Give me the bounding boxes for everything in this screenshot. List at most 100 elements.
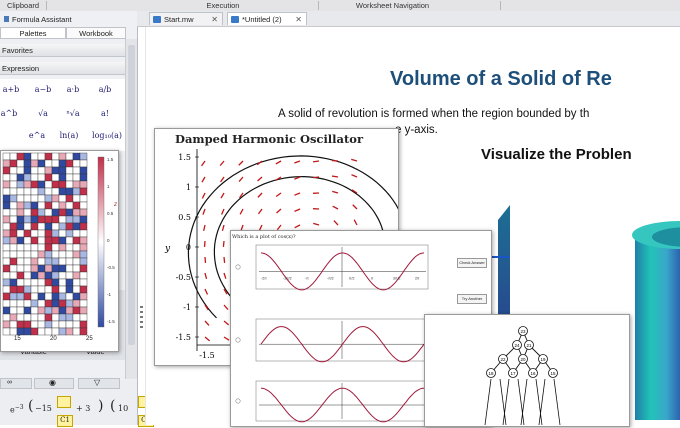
palette-item[interactable]: e^a — [22, 131, 52, 140]
worksheet-icon — [153, 16, 161, 23]
scroll-thumb[interactable] — [128, 45, 135, 345]
field-arrow — [276, 161, 281, 164]
heatmap-cell — [10, 286, 17, 293]
heatmap-cell — [80, 209, 87, 216]
heatmap-cell — [31, 300, 38, 307]
heatmap-cell — [24, 300, 31, 307]
heatmap-cell — [66, 167, 73, 174]
heatmap-cell — [24, 230, 31, 237]
tab-palettes[interactable]: Palettes — [0, 27, 66, 39]
heatmap-cell — [17, 307, 24, 314]
c1-placeholder[interactable]: C1 — [57, 415, 73, 427]
heatmap-cell — [24, 286, 31, 293]
heatmap-cell — [66, 293, 73, 300]
toolbar-button-2[interactable]: ◉ — [34, 378, 74, 389]
ribbon-group-worksheet-navigation[interactable]: Worksheet Navigation — [330, 0, 455, 11]
x-tick-label: -1.5 — [199, 351, 214, 360]
ribbon-group-clipboard[interactable]: Clipboard — [0, 0, 46, 11]
field-arrow — [224, 305, 228, 310]
palette-item[interactable]: a/b — [90, 85, 120, 94]
heatmap-cell — [73, 181, 80, 188]
field-arrow — [239, 177, 243, 182]
heatmap-cell — [24, 321, 31, 328]
palette-item[interactable]: a^b — [0, 109, 24, 118]
tab-untitled-2[interactable]: *Untitled (2) ✕ — [227, 12, 307, 25]
palette-header-expression[interactable]: Expression — [0, 62, 125, 75]
section-heading: Visualize the Problen — [481, 146, 632, 163]
heatmap-cell — [66, 209, 73, 216]
answer-radio — [236, 399, 240, 403]
splitter-handle[interactable] — [140, 306, 143, 330]
ribbon-separator — [318, 1, 319, 10]
palette-header-favorites[interactable]: Favorites — [0, 44, 125, 57]
try-another-button[interactable]: Try Another — [457, 294, 487, 304]
heatmap-cell — [10, 279, 17, 286]
tree-card[interactable]: 23242122201918171615 — [424, 314, 630, 427]
field-arrow — [205, 289, 207, 294]
heatmap-cell — [80, 181, 87, 188]
tree-graph: 23242122201918171615 — [425, 315, 629, 426]
heatmap-cell — [73, 279, 80, 286]
check-answer-button[interactable]: Check Answer — [457, 258, 487, 268]
palette-item[interactable]: a+b — [0, 85, 26, 94]
heatmap-cell — [24, 174, 31, 181]
heatmap-cell — [10, 237, 17, 244]
heatmap-cell — [80, 314, 87, 321]
worksheet-icon — [231, 16, 239, 23]
heatmap-cell — [52, 300, 59, 307]
palette-item[interactable]: a! — [90, 109, 120, 118]
quiz-x-tick: 3π/2 — [393, 276, 400, 280]
heatmap-cell — [45, 300, 52, 307]
heatmap-cell — [73, 230, 80, 237]
close-icon[interactable]: ✕ — [295, 13, 302, 26]
heatmap-cell — [24, 293, 31, 300]
palette-item[interactable]: ⁿ√a — [58, 109, 88, 118]
tab-workbook[interactable]: Workbook — [66, 27, 126, 39]
heatmap-cell — [10, 265, 17, 272]
heatmap-cell — [3, 160, 10, 167]
heatmap-cell — [80, 244, 87, 251]
heatmap-cell — [24, 314, 31, 321]
ribbon-group-execution[interactable]: Execution — [190, 0, 256, 11]
placeholder-box[interactable] — [57, 396, 71, 408]
palette-item[interactable]: a·b — [58, 85, 88, 94]
heatmap-cell — [31, 265, 38, 272]
heatmap-cell — [80, 265, 87, 272]
close-icon[interactable]: ✕ — [211, 13, 218, 26]
heatmap-cell — [31, 167, 38, 174]
palette-item[interactable]: a−b — [28, 85, 58, 94]
heatmap-cell — [73, 244, 80, 251]
colorbar-tick: 1 — [107, 184, 110, 189]
colorbar-tick: 1.5 — [107, 157, 114, 162]
palette-scrollbar[interactable] — [125, 39, 137, 379]
palette-item[interactable]: √a — [28, 109, 58, 118]
document-paragraph: A solid of revolution is formed when the… — [278, 108, 589, 120]
filter-button[interactable]: ▽ — [78, 378, 120, 389]
palette-item[interactable]: log₁₀(a) — [88, 131, 126, 140]
heatmap-card[interactable]: 1.510.50-0.5-1-1.5z — [0, 150, 119, 352]
heatmap-cell — [38, 181, 45, 188]
palette-item[interactable]: ln(a) — [54, 131, 84, 140]
heatmap-cell — [3, 321, 10, 328]
field-arrow — [353, 205, 357, 209]
heatmap-cell — [59, 251, 66, 258]
heatmap-cell — [52, 209, 59, 216]
heatmap-cell — [66, 230, 73, 237]
heatmap-cell — [73, 216, 80, 223]
field-arrow — [258, 193, 262, 197]
heatmap-cell — [80, 237, 87, 244]
heatmap-cell — [45, 216, 52, 223]
heatmap-cell — [3, 181, 10, 188]
heatmap-cell — [17, 223, 24, 230]
heatmap-cell — [52, 195, 59, 202]
tree-node-label: 21 — [526, 343, 532, 348]
tree-node-label: 15 — [550, 371, 556, 376]
answer-radio — [236, 338, 240, 342]
heatmap-cell — [59, 209, 66, 216]
heatmap-cell — [3, 328, 10, 335]
toolbar-button-1[interactable]: ∞ — [0, 378, 32, 389]
tab-start-mw[interactable]: Start.mw ✕ — [149, 12, 223, 25]
heatmap-cell — [52, 160, 59, 167]
tree-node-label: 22 — [500, 357, 506, 362]
heatmap-cell — [24, 279, 31, 286]
